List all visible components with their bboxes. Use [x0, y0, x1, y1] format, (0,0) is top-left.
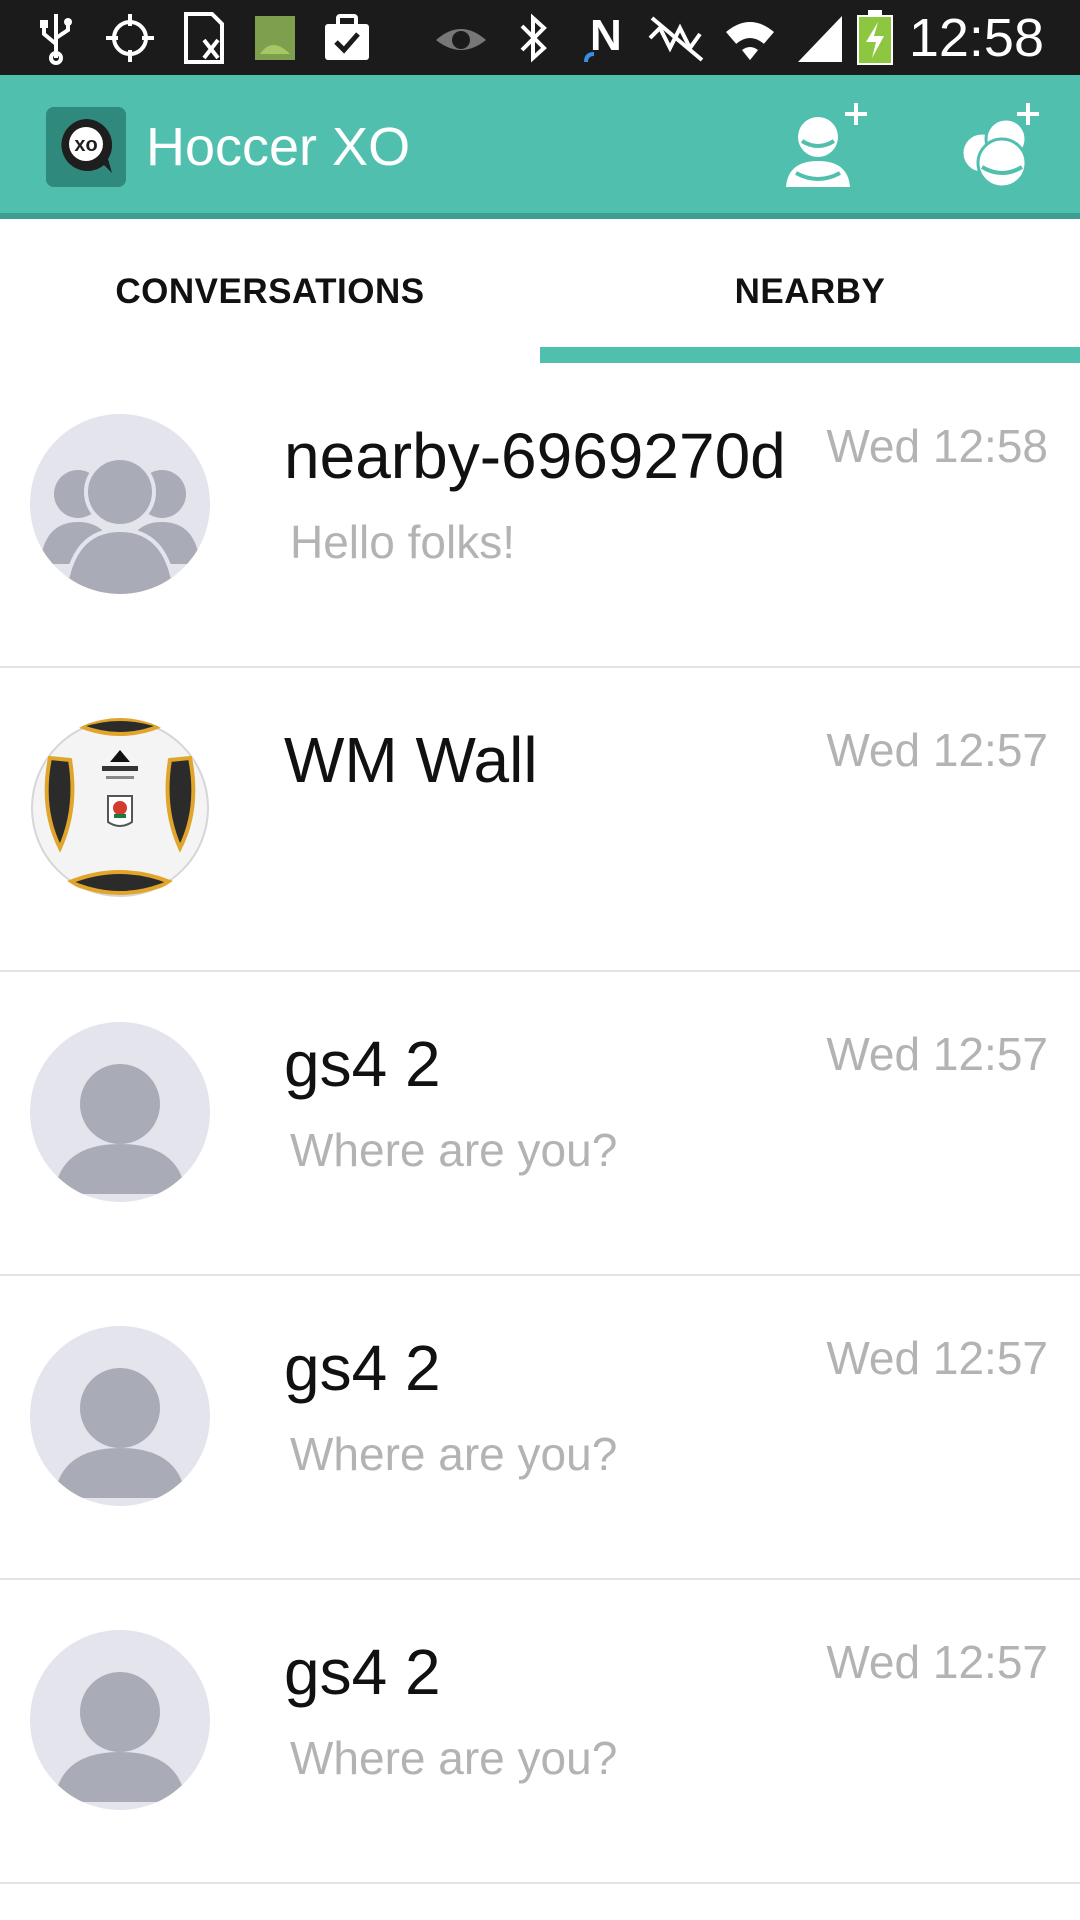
- list-item[interactable]: WM Wall Wed 12:57: [0, 668, 1080, 972]
- sim-icon: [184, 12, 224, 64]
- battery-charging-icon: [857, 10, 893, 65]
- bluetooth-icon: [520, 13, 547, 63]
- group-avatar-icon: [30, 414, 210, 594]
- add-group-button[interactable]: [946, 95, 1056, 205]
- app-logo-icon: xo: [46, 107, 126, 187]
- conversation-time: Wed 12:57: [826, 1636, 1048, 1688]
- conversation-name: gs4 2: [284, 1332, 441, 1404]
- conversation-time: Wed 12:57: [826, 1332, 1048, 1384]
- add-contact-icon: [786, 103, 867, 187]
- muted-icon: [648, 16, 704, 62]
- tab-bar: CONVERSATIONS NEARBY: [0, 219, 1080, 364]
- conversation-name: gs4 2: [284, 1636, 441, 1708]
- tab-selected-indicator: [540, 347, 1080, 363]
- add-contact-button[interactable]: [772, 95, 882, 205]
- conversation-time: Wed 12:57: [826, 724, 1048, 776]
- nfc-icon: N: [584, 11, 622, 63]
- conversation-last-message: Where are you?: [290, 1124, 618, 1176]
- eye-icon: [436, 29, 486, 50]
- wifi-icon: [726, 22, 774, 60]
- app-logo[interactable]: xo: [46, 107, 126, 187]
- usb-icon: [40, 14, 72, 65]
- list-item[interactable]: nearby-6969270d Wed 12:58 Hello folks!: [0, 364, 1080, 668]
- status-bar: N 12:58: [0, 0, 1080, 75]
- person-avatar-icon: [30, 1022, 210, 1202]
- android-icon: [255, 16, 295, 60]
- status-time: 12:58: [908, 8, 1044, 68]
- conversation-last-message: Hello folks!: [290, 516, 515, 568]
- conversation-last-message: Where are you?: [290, 1732, 618, 1784]
- soccer-ball-avatar: [30, 718, 210, 898]
- signal-icon: [798, 16, 842, 62]
- list-item[interactable]: gs4 2 Wed 12:57 Where are you?: [0, 972, 1080, 1276]
- app-title: Hoccer XO: [146, 117, 411, 177]
- task-icon: [325, 14, 369, 60]
- list-item[interactable]: gs4 2 Wed 12:57 Where are you?: [0, 1580, 1080, 1884]
- app-logo-text: xo: [74, 134, 97, 156]
- tab-conversations[interactable]: CONVERSATIONS: [0, 219, 540, 364]
- conversation-name: WM Wall: [284, 724, 538, 796]
- list-item[interactable]: gs4 2 Wed 12:57 Where are you?: [0, 1276, 1080, 1580]
- tab-nearby[interactable]: NEARBY: [540, 219, 1080, 364]
- conversation-name: gs4 2: [284, 1028, 441, 1100]
- conversation-time: Wed 12:57: [826, 1028, 1048, 1080]
- conversation-list: nearby-6969270d Wed 12:58 Hello folks! W…: [0, 364, 1080, 1884]
- gps-icon: [106, 14, 154, 62]
- person-avatar-icon: [30, 1326, 210, 1506]
- conversation-time: Wed 12:58: [826, 420, 1048, 472]
- conversation-last-message: Where are you?: [290, 1428, 618, 1480]
- person-avatar-icon: [30, 1630, 210, 1810]
- conversation-name: nearby-6969270d: [284, 420, 786, 492]
- add-group-icon: [960, 103, 1039, 189]
- svg-text:N: N: [590, 11, 622, 60]
